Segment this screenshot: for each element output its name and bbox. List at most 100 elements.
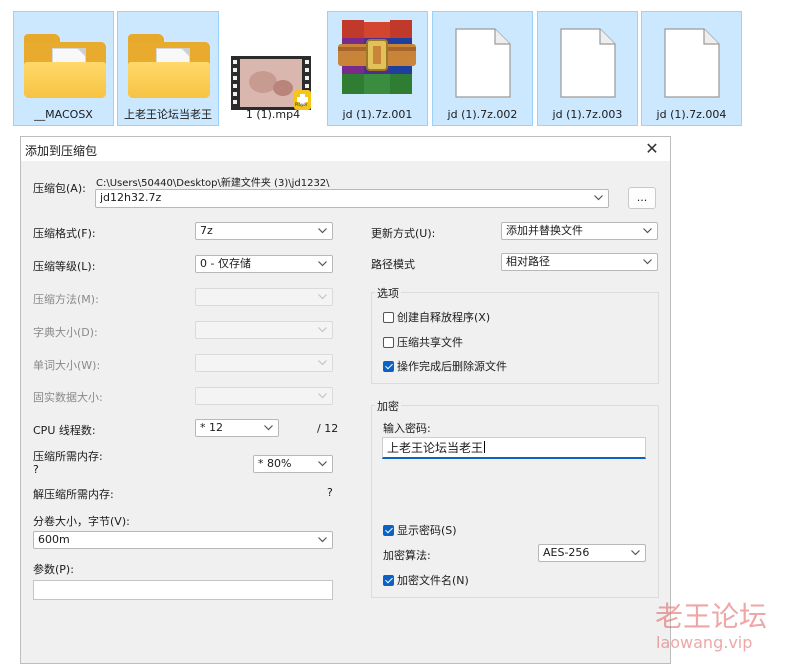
chevron-down-icon — [317, 289, 329, 305]
dialog-titlebar: 添加到压缩包 ✕ — [21, 137, 670, 161]
file-explorer: __MACOSX 上老王论坛当老王 Player 1 (1).mp4 jd (1… — [0, 0, 800, 134]
create-sfx-checkbox[interactable]: 创建自释放程序(X) — [383, 309, 490, 325]
archive-name-combobox[interactable]: jd12h32.7z — [95, 189, 609, 208]
decompress-memory-value: ? — [327, 486, 333, 499]
file-item-7z-003[interactable]: jd (1).7z.003 — [537, 11, 638, 126]
cpu-threads-value: * 12 — [200, 421, 223, 434]
path-mode-label: 路径模式 — [371, 258, 415, 271]
solid-size-label: 固实数据大小: — [33, 391, 103, 404]
chevron-down-icon — [317, 388, 329, 404]
memory-value: ? — [33, 463, 39, 476]
delete-after-checkbox[interactable]: 操作完成后删除源文件 — [383, 358, 507, 374]
player-badge: Player — [295, 102, 308, 107]
checkbox-icon — [383, 337, 394, 348]
winrar-archive-icon — [336, 16, 418, 100]
document-icon — [538, 18, 637, 102]
checkbox-icon — [383, 312, 394, 323]
cpu-threads-select[interactable]: * 12 — [195, 419, 279, 437]
encryption-method-select[interactable]: AES-256 — [538, 544, 646, 562]
path-mode-select[interactable]: 相对路径 — [501, 253, 658, 271]
archive-path: C:\Users\50440\Desktop\新建文件夹 (3)\jd1232\ — [96, 178, 330, 189]
format-select[interactable]: 7z — [195, 222, 333, 240]
file-item-7z-002[interactable]: jd (1).7z.002 — [432, 11, 533, 126]
format-label: 压缩格式(F): — [33, 227, 96, 240]
chevron-down-icon — [317, 256, 329, 272]
dialog-title: 添加到压缩包 — [25, 144, 98, 158]
file-name: jd (1).7z.002 — [447, 108, 518, 121]
chevron-down-icon[interactable] — [593, 190, 605, 206]
volume-size-combobox[interactable]: 600m — [33, 531, 333, 549]
password-label: 输入密码: — [383, 422, 431, 435]
level-value: 0 - 仅存储 — [200, 257, 251, 270]
compress-shared-label: 压缩共享文件 — [397, 336, 463, 349]
decompress-memory-label: 解压缩所需内存: — [33, 488, 114, 501]
checkmark-icon — [383, 525, 394, 536]
parameters-label: 参数(P): — [33, 563, 74, 576]
chevron-down-icon — [317, 456, 329, 472]
chevron-down-icon — [630, 545, 642, 561]
encrypt-filenames-label: 加密文件名(N) — [397, 574, 469, 587]
file-name: 上老王论坛当老王 — [124, 108, 212, 121]
update-mode-select[interactable]: 添加并替换文件 — [501, 222, 658, 240]
file-name: jd (1).7z.003 — [552, 108, 623, 121]
file-name: jd (1).7z.001 — [342, 108, 413, 121]
chevron-down-icon — [317, 355, 329, 371]
show-password-label: 显示密码(S) — [397, 524, 457, 537]
browse-button[interactable]: ... — [628, 187, 656, 209]
file-item-mp4-video[interactable]: Player 1 (1).mp4 — [222, 11, 324, 126]
chevron-down-icon — [317, 322, 329, 338]
memory-usage-value: * 80% — [258, 457, 292, 470]
encryption-method-label: 加密算法: — [383, 549, 431, 562]
update-mode-label: 更新方式(U): — [371, 227, 436, 240]
checkmark-icon — [383, 575, 394, 586]
folder-icon — [14, 18, 113, 102]
dictionary-select — [195, 321, 333, 339]
volume-size-value: 600m — [38, 533, 70, 546]
add-to-archive-dialog: 添加到压缩包 ✕ 压缩包(A): C:\Users\50440\Desktop\… — [20, 136, 671, 664]
word-size-label: 单词大小(W): — [33, 359, 101, 372]
document-icon — [642, 18, 741, 102]
chevron-down-icon — [317, 223, 329, 239]
options-group-title: 选项 — [375, 285, 401, 301]
memory-label: 压缩所需内存: — [33, 450, 103, 463]
compress-shared-checkbox[interactable]: 压缩共享文件 — [383, 334, 463, 350]
text-cursor — [484, 441, 486, 453]
file-item-laowang-folder[interactable]: 上老王论坛当老王 — [117, 11, 219, 126]
password-input[interactable]: 上老王论坛当老王 — [382, 437, 646, 459]
video-thumbnail-icon: Player — [231, 56, 311, 110]
chevron-down-icon — [642, 223, 654, 239]
method-select — [195, 288, 333, 306]
level-label: 压缩等级(L): — [33, 260, 96, 273]
file-name: __MACOSX — [34, 108, 93, 121]
cpu-threads-total: / 12 — [317, 422, 339, 435]
delete-after-label: 操作完成后删除源文件 — [397, 360, 507, 373]
file-item-macosx-folder[interactable]: __MACOSX — [13, 11, 114, 126]
encryption-group-title: 加密 — [375, 398, 401, 414]
path-mode-value: 相对路径 — [506, 255, 550, 268]
encrypt-filenames-checkbox[interactable]: 加密文件名(N) — [383, 572, 469, 588]
dictionary-label: 字典大小(D): — [33, 326, 98, 339]
format-value: 7z — [200, 224, 213, 237]
word-size-select — [195, 354, 333, 372]
watermark-logo: 老王论坛 — [655, 600, 768, 633]
close-icon[interactable]: ✕ — [640, 138, 664, 160]
archive-name-value: jd12h32.7z — [100, 191, 162, 204]
method-label: 压缩方法(M): — [33, 293, 99, 306]
level-select[interactable]: 0 - 仅存储 — [195, 255, 333, 273]
file-item-7z-004[interactable]: jd (1).7z.004 — [641, 11, 742, 126]
create-sfx-label: 创建自释放程序(X) — [397, 311, 491, 324]
file-item-7z-001[interactable]: jd (1).7z.001 — [327, 11, 428, 126]
chevron-down-icon — [317, 532, 329, 548]
memory-usage-select[interactable]: * 80% — [253, 455, 333, 473]
archive-label: 压缩包(A): — [33, 182, 86, 195]
checkmark-icon — [383, 361, 394, 372]
volume-size-label: 分卷大小，字节(V): — [33, 515, 130, 528]
chevron-down-icon — [642, 254, 654, 270]
password-value: 上老王论坛当老王 — [387, 441, 484, 455]
chevron-down-icon — [263, 420, 275, 436]
file-name: jd (1).7z.004 — [656, 108, 727, 121]
show-password-checkbox[interactable]: 显示密码(S) — [383, 522, 457, 538]
folder-icon — [118, 18, 218, 102]
update-mode-value: 添加并替换文件 — [506, 224, 583, 237]
parameters-input[interactable] — [33, 580, 333, 600]
